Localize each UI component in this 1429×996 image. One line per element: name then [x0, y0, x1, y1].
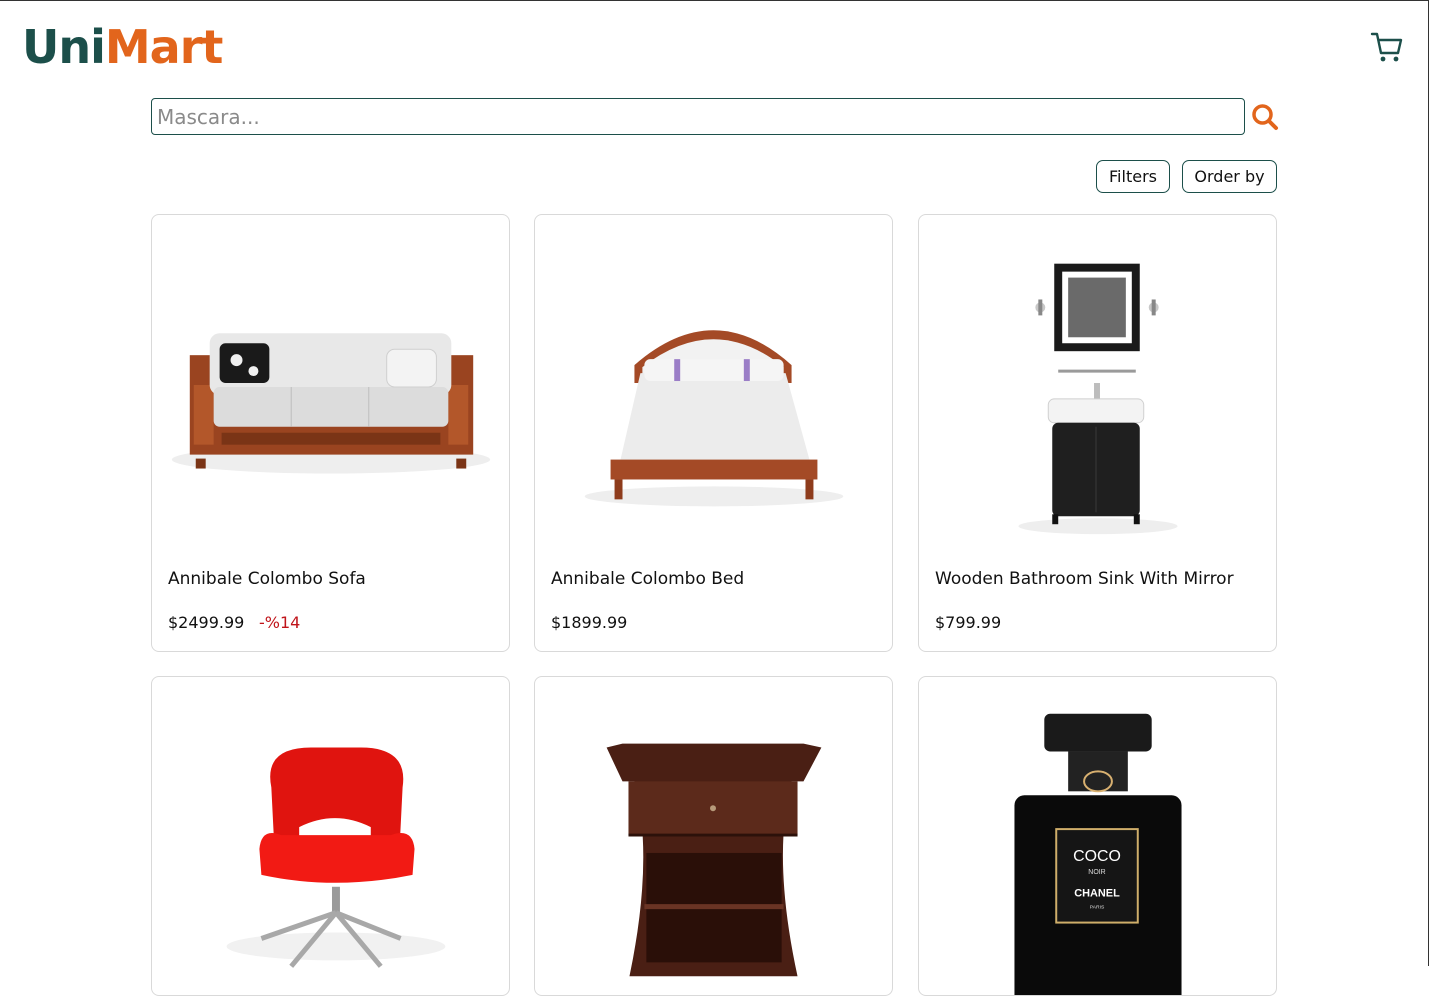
shopping-cart-icon[interactable]: [1369, 29, 1405, 65]
product-card[interactable]: Annibale Colombo Bed $1899.99: [534, 214, 893, 652]
product-price: $799.99: [935, 613, 1002, 632]
product-name: Annibale Colombo Sofa: [168, 569, 366, 589]
product-card[interactable]: Wooden Bathroom Sink With Mirror $799.99: [918, 214, 1277, 652]
search-icon[interactable]: [1250, 102, 1280, 132]
search-input[interactable]: [151, 98, 1245, 135]
brand-logo-part1: Uni: [22, 20, 106, 74]
product-price: $2499.99: [168, 613, 245, 632]
perfume-bottle-image: COCO NOIR CHANEL PARIS: [1014, 713, 1182, 995]
product-name: Wooden Bathroom Sink With Mirror: [935, 569, 1234, 589]
discount-badge: -%14: [259, 613, 301, 632]
filters-button[interactable]: Filters: [1096, 160, 1170, 193]
product-card[interactable]: COCO NOIR CHANEL PARIS: [918, 676, 1277, 996]
nightstand-image: [606, 743, 822, 977]
bathroom-sink-image: [1018, 263, 1178, 535]
product-name: Annibale Colombo Bed: [551, 569, 745, 589]
brand-logo[interactable]: UniMart: [22, 19, 223, 75]
sofa-image: [171, 333, 491, 474]
product-price: $1899.99: [551, 613, 628, 632]
product-card[interactable]: Annibale Colombo Sofa $2499.99 -%14: [151, 214, 510, 652]
order-by-button[interactable]: Order by: [1182, 160, 1277, 193]
perfume-label-paris: PARIS: [1090, 905, 1105, 911]
product-card[interactable]: [534, 676, 893, 996]
perfume-label-chanel: CHANEL: [1074, 888, 1120, 900]
perfume-label-noir: NOIR: [1088, 869, 1105, 876]
brand-logo-part2: Mart: [104, 20, 223, 74]
perfume-label-coco: COCO: [1073, 848, 1121, 865]
product-card[interactable]: [151, 676, 510, 996]
red-office-chair-image: [226, 747, 446, 968]
bed-image: [584, 330, 844, 507]
